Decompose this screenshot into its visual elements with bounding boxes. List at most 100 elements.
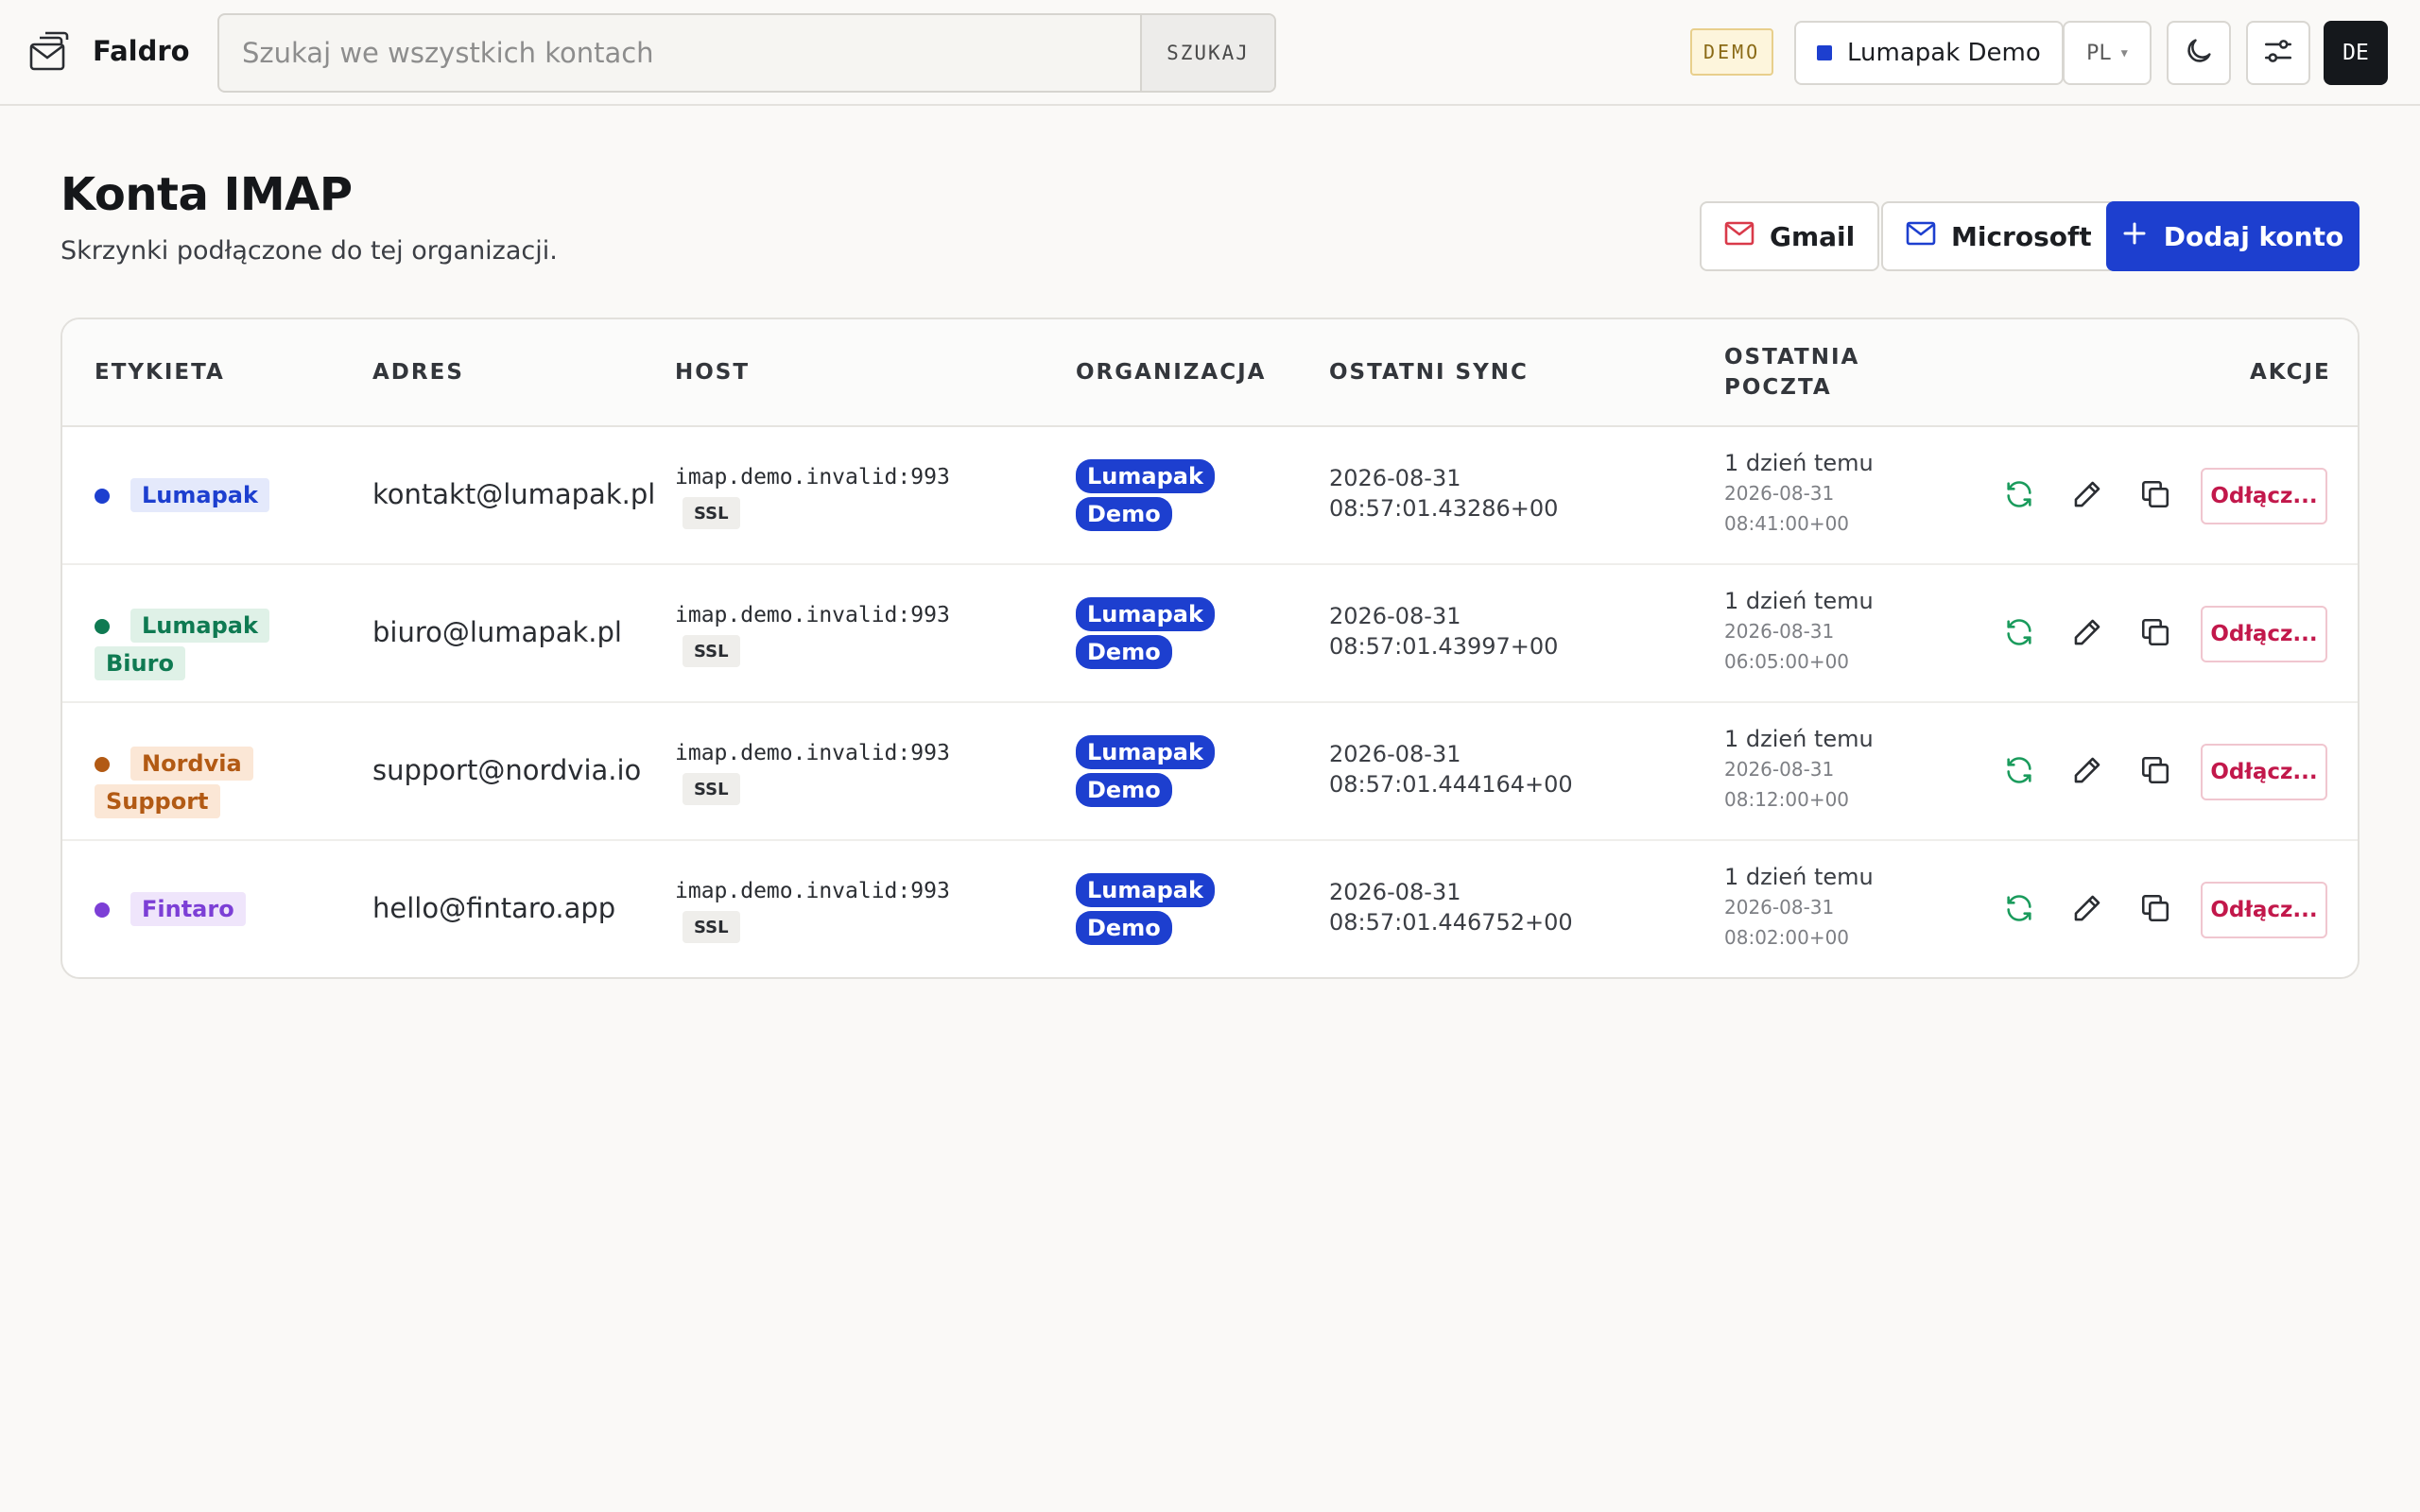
edit-button[interactable] [2061, 884, 2114, 936]
column-organization: ORGANIZACJA [1076, 360, 1267, 385]
moon-icon [2183, 35, 2215, 71]
organization-name-2: Demo [1076, 911, 1172, 945]
copy-button[interactable] [2129, 608, 2182, 661]
account-host: imap.demo.invalid:993 [675, 741, 950, 765]
last-mail-time: 06:05:00+00 [1724, 650, 1850, 673]
sync-button[interactable] [1993, 608, 2046, 661]
edit-button[interactable] [2061, 470, 2114, 523]
table-row: Fintaro hello@fintaro.app imap.demo.inva… [62, 841, 2358, 977]
copy-button[interactable] [2129, 746, 2182, 799]
detach-button[interactable]: Odłącz... [2201, 744, 2327, 800]
last-mail: 1 dzień temu 2026-08-31 08:12:00+00 [1724, 724, 1874, 815]
last-mail: 1 dzień temu 2026-08-31 08:02:00+00 [1724, 862, 1874, 953]
copy-button[interactable] [2129, 884, 2182, 936]
last-mail: 1 dzień temu 2026-08-31 06:05:00+00 [1724, 586, 1874, 677]
edit-icon [2071, 616, 2103, 652]
edit-icon [2071, 892, 2103, 928]
detach-button[interactable]: Odłącz... [2201, 468, 2327, 524]
search-input[interactable] [219, 15, 1140, 91]
last-mail-date: 2026-08-31 [1724, 758, 1835, 781]
mail-icon [1724, 221, 1754, 252]
detach-button[interactable]: Odłącz... [2201, 606, 2327, 662]
account-host: imap.demo.invalid:993 [675, 465, 950, 490]
last-sync-date: 2026-08-31 [1329, 879, 1461, 905]
last-mail-relative: 1 dzień temu [1724, 450, 1874, 476]
account-address: hello@fintaro.app [372, 892, 616, 924]
last-mail: 1 dzień temu 2026-08-31 08:41:00+00 [1724, 448, 1874, 539]
ssl-badge: SSL [683, 635, 740, 667]
org-switcher-label: Lumapak Demo [1847, 39, 2041, 67]
page-subtitle: Skrzynki podłączone do tej organizacji. [60, 236, 558, 266]
accounts-table: ETYKIETA ADRES HOST ORGANIZACJA OSTATNI … [60, 318, 2360, 979]
sync-button[interactable] [1993, 746, 2046, 799]
brand-name: Faldro [93, 35, 190, 67]
last-sync: 2026-08-31 08:57:01.43997+00 [1329, 601, 1558, 662]
account-address: support@nordvia.io [372, 754, 642, 786]
last-mail-time: 08:02:00+00 [1724, 926, 1850, 949]
search-bar: SZUKAJ [217, 13, 1276, 93]
edit-button[interactable] [2061, 608, 2114, 661]
account-label-text-2: Biuro [95, 646, 185, 680]
org-color-swatch [1817, 45, 1832, 60]
organization-pill: Lumapak Demo [1076, 733, 1218, 809]
sliders-icon [2262, 35, 2294, 71]
org-switcher[interactable]: Lumapak Demo [1794, 21, 2064, 85]
plus-icon [2122, 221, 2147, 252]
add-account-button[interactable]: Dodaj konto [2106, 201, 2360, 271]
account-address: biuro@lumapak.pl [372, 616, 622, 648]
account-label-text: Fintaro [130, 892, 246, 926]
copy-icon [2139, 478, 2171, 514]
ssl-badge: SSL [683, 497, 740, 529]
column-last-mail-line1: OSTATNIA [1724, 345, 1860, 369]
column-host: HOST [675, 360, 751, 385]
edit-button[interactable] [2061, 746, 2114, 799]
column-actions: AKCJE [2250, 360, 2331, 385]
user-avatar[interactable]: DE [2324, 21, 2388, 85]
theme-toggle-button[interactable] [2167, 21, 2231, 85]
last-mail-date: 2026-08-31 [1724, 482, 1835, 505]
edit-icon [2071, 754, 2103, 790]
organization-name-2: Demo [1076, 497, 1172, 531]
connect-gmail-button[interactable]: Gmail [1700, 201, 1880, 271]
sync-icon [2003, 754, 2035, 790]
language-select[interactable]: PL ▼ [2063, 21, 2152, 85]
label-color-dot [95, 489, 110, 504]
detach-button[interactable]: Odłącz... [2201, 882, 2327, 938]
column-last-sync: OSTATNI SYNC [1329, 360, 1529, 385]
language-label: PL [2086, 41, 2112, 65]
last-sync-date: 2026-08-31 [1329, 603, 1461, 629]
last-mail-relative: 1 dzień temu [1724, 726, 1874, 752]
column-label: ETYKIETA [95, 360, 225, 385]
top-bar: Faldro SZUKAJ DEMO Lumapak Demo PL ▼ DE [0, 0, 2420, 106]
connect-microsoft-button[interactable]: Microsoft [1881, 201, 2117, 271]
search-button[interactable]: SZUKAJ [1140, 15, 1274, 91]
account-label: Lumapak [130, 476, 320, 514]
organization-pill: Lumapak Demo [1076, 457, 1218, 533]
table-row: Nordvia Support support@nordvia.io imap.… [62, 703, 2358, 841]
copy-button[interactable] [2129, 470, 2182, 523]
account-label: Fintaro [130, 890, 320, 928]
organization-name-2: Demo [1076, 635, 1172, 669]
table-row: Lumapak Biuro biuro@lumapak.pl imap.demo… [62, 565, 2358, 703]
last-sync: 2026-08-31 08:57:01.444164+00 [1329, 739, 1573, 799]
last-mail-time: 08:41:00+00 [1724, 512, 1850, 535]
copy-icon [2139, 892, 2171, 928]
account-address: kontakt@lumapak.pl [372, 478, 656, 510]
account-host: imap.demo.invalid:993 [675, 879, 950, 903]
last-sync-time: 08:57:01.43997+00 [1329, 633, 1559, 660]
brand[interactable]: Faldro [28, 30, 190, 72]
gmail-label: Gmail [1770, 220, 1856, 252]
column-address: ADRES [372, 360, 464, 385]
envelope-stack-icon [28, 30, 72, 72]
microsoft-label: Microsoft [1951, 220, 2092, 252]
account-label-text-1: Nordvia [130, 747, 253, 781]
chevron-down-icon: ▼ [2120, 46, 2128, 60]
sync-button[interactable] [1993, 884, 2046, 936]
sync-button[interactable] [1993, 470, 2046, 523]
organization-name-1: Lumapak [1076, 735, 1215, 769]
last-mail-time: 08:12:00+00 [1724, 788, 1850, 811]
settings-button[interactable] [2246, 21, 2310, 85]
table-row: Lumapak kontakt@lumapak.pl imap.demo.inv… [62, 427, 2358, 565]
last-mail-relative: 1 dzień temu [1724, 588, 1874, 614]
last-sync-time: 08:57:01.446752+00 [1329, 909, 1573, 936]
